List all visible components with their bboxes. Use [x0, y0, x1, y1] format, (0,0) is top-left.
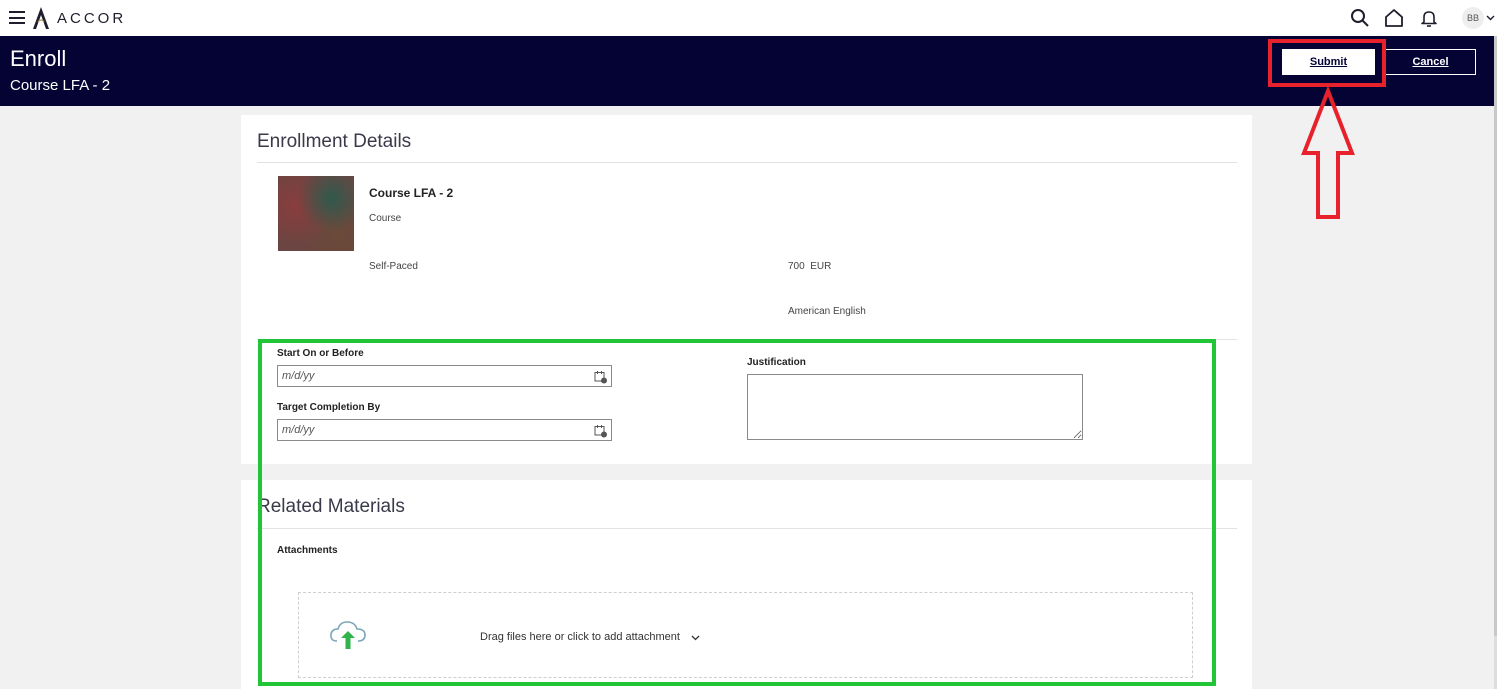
- cloud-upload-icon: [330, 621, 366, 649]
- calendar-icon[interactable]: [594, 370, 608, 384]
- arrow-up-icon: [1301, 87, 1355, 219]
- home-icon[interactable]: [1384, 8, 1404, 28]
- menu-icon[interactable]: [9, 11, 25, 24]
- attachments-label: Attachments: [277, 545, 338, 556]
- course-name: Course LFA - 2: [369, 186, 454, 200]
- accor-logo-mark: [33, 7, 49, 29]
- attachment-dropzone[interactable]: Drag files here or click to add attachme…: [298, 592, 1193, 678]
- justification-label: Justification: [747, 357, 806, 368]
- top-navigation-bar: ACCOR BB: [0, 0, 1497, 36]
- section-title-enrollment: Enrollment Details: [257, 131, 412, 152]
- divider: [257, 162, 1237, 163]
- target-date-label: Target Completion By: [277, 402, 381, 413]
- page-subtitle: Course LFA - 2: [10, 77, 111, 94]
- target-date-input[interactable]: [277, 419, 612, 441]
- enrollment-details-panel: Enrollment Details Course LFA - 2 Course…: [241, 115, 1252, 464]
- calendar-icon[interactable]: [594, 424, 608, 438]
- divider: [257, 528, 1237, 529]
- brand-name: ACCOR: [57, 9, 127, 27]
- search-icon[interactable]: [1350, 8, 1370, 28]
- bell-icon[interactable]: [1419, 8, 1439, 28]
- accor-logo[interactable]: ACCOR: [31, 6, 126, 30]
- submit-button[interactable]: Submit: [1282, 49, 1375, 75]
- course-thumbnail: [278, 176, 354, 251]
- related-materials-panel: Related Materials Attachments Drag files…: [241, 480, 1252, 689]
- start-date-label: Start On or Before: [277, 348, 364, 359]
- user-avatar[interactable]: BB: [1462, 7, 1484, 29]
- course-pace: Self-Paced: [369, 261, 418, 272]
- dropzone-text: Drag files here or click to add attachme…: [480, 631, 680, 643]
- page-header: Enroll Course LFA - 2 Submit Cancel: [0, 36, 1494, 106]
- course-type: Course: [369, 213, 402, 224]
- course-price: 700 EUR: [788, 261, 832, 272]
- justification-textarea[interactable]: [747, 374, 1083, 440]
- page-title: Enroll: [10, 46, 67, 71]
- chevron-down-icon[interactable]: [1486, 13, 1495, 22]
- divider: [257, 339, 1237, 340]
- cancel-button[interactable]: Cancel: [1385, 49, 1476, 75]
- section-title-related: Related Materials: [257, 496, 405, 517]
- start-date-input[interactable]: [277, 365, 612, 387]
- course-language: American English: [788, 306, 866, 317]
- chevron-down-icon[interactable]: [691, 633, 700, 642]
